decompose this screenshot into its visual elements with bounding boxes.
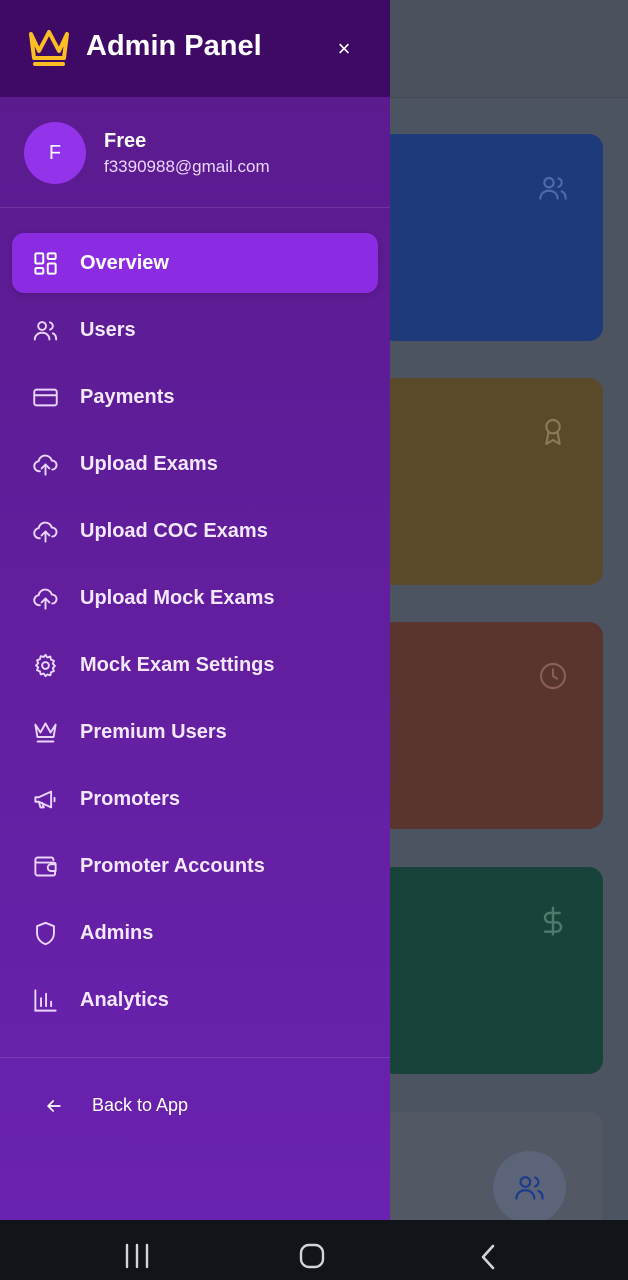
nav-item-users[interactable]: Users xyxy=(12,300,378,360)
close-button[interactable]: × xyxy=(330,35,358,63)
gear-icon xyxy=(35,653,56,678)
bar-chart-icon xyxy=(34,989,57,1012)
nav-label: Users xyxy=(80,319,136,341)
wallet-icon xyxy=(34,856,57,877)
nav-label: Upload Exams xyxy=(80,453,218,475)
nav-label: Promoter Accounts xyxy=(80,855,265,877)
home-icon[interactable] xyxy=(299,1243,325,1269)
back-to-app-button[interactable]: Back to App xyxy=(40,1092,340,1120)
profile-section: F Free f3390988@gmail.com xyxy=(0,97,390,208)
drawer-title: Admin Panel xyxy=(86,30,262,62)
nav-item-upload-exams[interactable]: Upload Exams xyxy=(12,434,378,494)
grid-icon xyxy=(34,252,57,275)
nav-label: Upload Mock Exams xyxy=(80,587,275,609)
nav-item-mock-exam-settings[interactable]: Mock Exam Settings xyxy=(12,635,378,695)
back-icon[interactable] xyxy=(478,1243,498,1271)
award-icon xyxy=(545,418,561,446)
nav-item-overview[interactable]: Overview xyxy=(12,233,378,293)
credit-card-icon xyxy=(33,388,58,407)
nav-item-premium-users[interactable]: Premium Users xyxy=(12,702,378,762)
nav-item-analytics[interactable]: Analytics xyxy=(12,970,378,1030)
stat-card-users[interactable] xyxy=(380,134,603,341)
nav-item-payments[interactable]: Payments xyxy=(12,367,378,427)
arrow-left-icon xyxy=(47,1100,61,1112)
profile-name: Free xyxy=(104,130,147,152)
cloud-upload-icon xyxy=(33,454,58,476)
avatar: F xyxy=(24,122,86,184)
nav-item-admins[interactable]: Admins xyxy=(12,903,378,963)
nav-item-upload-coc-exams[interactable]: Upload COC Exams xyxy=(12,501,378,561)
nav-label: Analytics xyxy=(80,989,169,1011)
crown-icon xyxy=(34,722,57,743)
nav-label: Admins xyxy=(80,922,154,944)
nav-item-promoter-accounts[interactable]: Promoter Accounts xyxy=(12,836,378,896)
back-to-app-label: Back to App xyxy=(92,1095,189,1115)
nav-label: Promoters xyxy=(80,788,181,810)
users-circle xyxy=(493,1151,566,1224)
megaphone-icon xyxy=(34,790,56,809)
cloud-upload-icon xyxy=(33,521,58,543)
cloud-upload-icon xyxy=(33,588,58,610)
users-icon xyxy=(33,321,58,341)
drawer-header: Admin Panel × xyxy=(0,0,390,97)
stat-card-pending[interactable] xyxy=(380,622,603,829)
nav-label: Mock Exam Settings xyxy=(80,654,275,676)
profile-email: f3390988@gmail.com xyxy=(104,157,270,176)
dollar-icon xyxy=(543,906,563,936)
nav-item-promoters[interactable]: Promoters xyxy=(12,769,378,829)
clock-icon xyxy=(539,662,567,690)
nav-label: Overview xyxy=(80,252,169,274)
nav-label: Payments xyxy=(80,386,175,408)
crown-icon xyxy=(29,30,69,66)
users-icon xyxy=(515,1176,544,1200)
stat-card-revenue[interactable] xyxy=(380,867,603,1074)
shield-icon xyxy=(36,921,55,946)
stat-card-premium[interactable] xyxy=(380,378,603,585)
users-icon xyxy=(539,176,567,200)
navigation-drawer: Admin Panel × F Free f3390988@gmail.com … xyxy=(0,0,390,1220)
nav-label: Upload COC Exams xyxy=(80,520,268,542)
recent-apps-icon[interactable] xyxy=(124,1243,150,1269)
nav-label: Premium Users xyxy=(80,721,227,743)
nav-item-upload-mock-exams[interactable]: Upload Mock Exams xyxy=(12,568,378,628)
drawer-divider xyxy=(0,1057,390,1058)
